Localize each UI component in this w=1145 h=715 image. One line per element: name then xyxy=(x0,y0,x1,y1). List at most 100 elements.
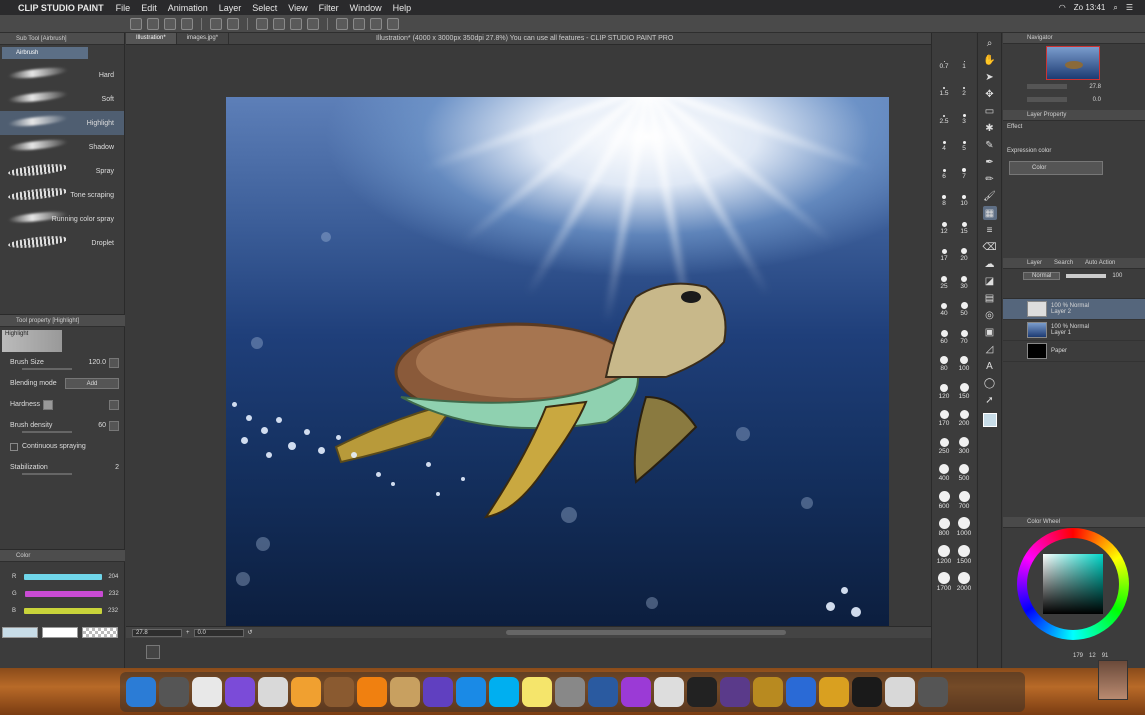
brush-item-soft[interactable]: Soft xyxy=(0,87,124,111)
navigator-rotation-row[interactable]: 0.0 xyxy=(1003,93,1145,106)
brush-size-preset[interactable]: 2.5 xyxy=(934,98,954,125)
ruler-snap-icon[interactable] xyxy=(336,17,348,30)
auto-select-icon[interactable]: ✱ xyxy=(983,121,997,135)
drawing-canvas[interactable] xyxy=(226,97,889,627)
figure-tool-icon[interactable]: ◎ xyxy=(983,308,997,322)
brush-size-preset[interactable]: 250 xyxy=(934,428,954,455)
hardness-stepper[interactable] xyxy=(109,399,119,410)
fill-tool-icon[interactable]: ◪ xyxy=(983,274,997,288)
spiral-icon[interactable] xyxy=(654,677,684,707)
hardness-selector[interactable] xyxy=(42,399,53,410)
save-icon[interactable] xyxy=(181,17,193,30)
skype-icon[interactable] xyxy=(489,677,519,707)
menu-select[interactable]: Select xyxy=(252,3,277,13)
stickies-icon[interactable] xyxy=(522,677,552,707)
system-preferences-icon[interactable] xyxy=(555,677,585,707)
brush-size-stepper[interactable] xyxy=(109,357,119,368)
brush-size-preset[interactable]: 12 xyxy=(934,208,954,235)
menu-file[interactable]: File xyxy=(116,3,131,13)
chrome-icon[interactable] xyxy=(192,677,222,707)
decoration-tool-icon[interactable]: ≡ xyxy=(983,223,997,237)
photos-icon[interactable] xyxy=(291,677,321,707)
finder-icon[interactable] xyxy=(126,677,156,707)
quicktime-icon[interactable] xyxy=(786,677,816,707)
gradient-tool-icon[interactable]: ▤ xyxy=(983,291,997,305)
blend-mode-dropdown[interactable]: Normal xyxy=(1023,272,1061,280)
brush-size-preset[interactable]: 150 xyxy=(954,373,974,400)
new-file-icon[interactable] xyxy=(147,17,159,30)
brush-size-preset[interactable]: 500 xyxy=(954,456,974,482)
red-value[interactable]: 204 xyxy=(108,574,118,580)
frame-tool-icon[interactable]: ▣ xyxy=(983,325,997,339)
grid-snap-icon[interactable] xyxy=(370,17,382,30)
brush-size-preset[interactable]: 40 xyxy=(934,291,954,317)
zoom-tool-icon[interactable]: ⌕ xyxy=(983,36,997,50)
continuous-spraying-checkbox[interactable] xyxy=(10,442,18,451)
balloon-tool-icon[interactable]: ◯ xyxy=(983,376,997,390)
clock[interactable]: Zo 13:41 xyxy=(1074,3,1106,12)
pencil-tool-icon[interactable]: ✏ xyxy=(983,172,997,186)
eraser-tool-icon[interactable]: ⌫ xyxy=(982,240,996,254)
blend-tool-icon[interactable]: ☁ xyxy=(983,257,997,271)
brush-size-preset[interactable]: 8 xyxy=(934,181,954,207)
color-wheel[interactable] xyxy=(1017,528,1129,640)
brush-density-row[interactable]: Brush density 60 xyxy=(0,415,125,436)
wifi-icon[interactable]: ◠ xyxy=(1059,3,1066,12)
blending-mode-dropdown[interactable]: Add xyxy=(65,378,119,389)
podcasts-icon[interactable] xyxy=(621,677,651,707)
pen-tool-icon[interactable]: ✒ xyxy=(983,155,997,169)
notes-icon[interactable] xyxy=(258,677,288,707)
loading-icon[interactable] xyxy=(256,17,268,30)
menu-edit[interactable]: Edit xyxy=(141,3,157,13)
brush-size-preset[interactable]: 10 xyxy=(954,181,974,207)
red-slider[interactable] xyxy=(24,573,103,580)
green-slider[interactable] xyxy=(24,590,103,597)
rotate-reset-icon[interactable]: ↺ xyxy=(248,629,253,636)
stabilization-slider[interactable] xyxy=(22,473,72,475)
brush-size-preset[interactable]: 80 xyxy=(934,346,954,372)
zoom-slider[interactable] xyxy=(1027,84,1067,89)
brush-size-preset[interactable]: 700 xyxy=(954,483,974,510)
brush-size-preset[interactable]: 2 xyxy=(954,71,974,97)
blue-slider-row[interactable]: B 232 xyxy=(0,602,125,619)
brush-size-preset[interactable]: 200 xyxy=(954,401,974,427)
tab-illustration[interactable]: Illustration* xyxy=(126,33,177,44)
rotation-slider[interactable] xyxy=(1027,97,1067,102)
preview-icon[interactable] xyxy=(885,677,915,707)
fill-icon[interactable] xyxy=(290,17,302,30)
navigator-rotation-value[interactable]: 0.0 xyxy=(1071,97,1101,103)
continuous-spraying-row[interactable]: Continuous spraying xyxy=(0,436,125,457)
virtualbox-icon[interactable] xyxy=(588,677,618,707)
selection-tool-icon[interactable]: ▭ xyxy=(983,104,997,118)
brush-size-preset[interactable]: 7 xyxy=(954,153,974,180)
brush-item-running-color-spray[interactable]: Running color spray xyxy=(0,207,124,231)
brush-size-preset[interactable]: 100 xyxy=(954,346,974,372)
move-layer-icon[interactable]: ✥ xyxy=(983,87,997,101)
special-ruler-snap-icon[interactable] xyxy=(353,17,365,30)
brush-size-preset[interactable]: 1700 xyxy=(934,566,954,592)
saturation-value-square[interactable] xyxy=(1043,554,1103,614)
ruler-tool-icon[interactable]: ◿ xyxy=(983,342,997,356)
operation-tool-icon[interactable]: ➤ xyxy=(983,70,997,84)
brush-size-preset[interactable]: 6 xyxy=(934,153,954,180)
tab-layer[interactable]: Layer xyxy=(1027,260,1042,266)
brush-size-row[interactable]: Brush Size 120.0 xyxy=(0,352,125,373)
brush-size-preset[interactable]: 17 xyxy=(934,236,954,262)
brush-density-slider[interactable] xyxy=(22,431,72,433)
brush-size-preset[interactable]: 2000 xyxy=(954,566,974,592)
tab-images[interactable]: images.jpg* xyxy=(177,33,230,44)
opacity-slider[interactable] xyxy=(1066,274,1107,278)
brush-size-preset[interactable]: 70 xyxy=(954,318,974,345)
expression-color-dropdown[interactable]: Color xyxy=(1009,161,1103,175)
brush-density-value[interactable]: 60 xyxy=(98,422,106,429)
brush-size-preset[interactable]: 400 xyxy=(934,456,954,482)
brush-item-highlight[interactable]: Highlight xyxy=(0,111,124,135)
brush-size-preset[interactable]: 5 xyxy=(954,126,974,152)
green-value[interactable]: 232 xyxy=(109,591,119,597)
app-store-icon[interactable] xyxy=(456,677,486,707)
apple-tv-icon[interactable] xyxy=(687,677,717,707)
launchpad-icon[interactable] xyxy=(159,677,189,707)
brush-size-preset[interactable]: 25 xyxy=(934,263,954,290)
brush-size-value[interactable]: 120.0 xyxy=(88,359,106,366)
layer-row-paper[interactable]: Paper xyxy=(1003,341,1145,362)
